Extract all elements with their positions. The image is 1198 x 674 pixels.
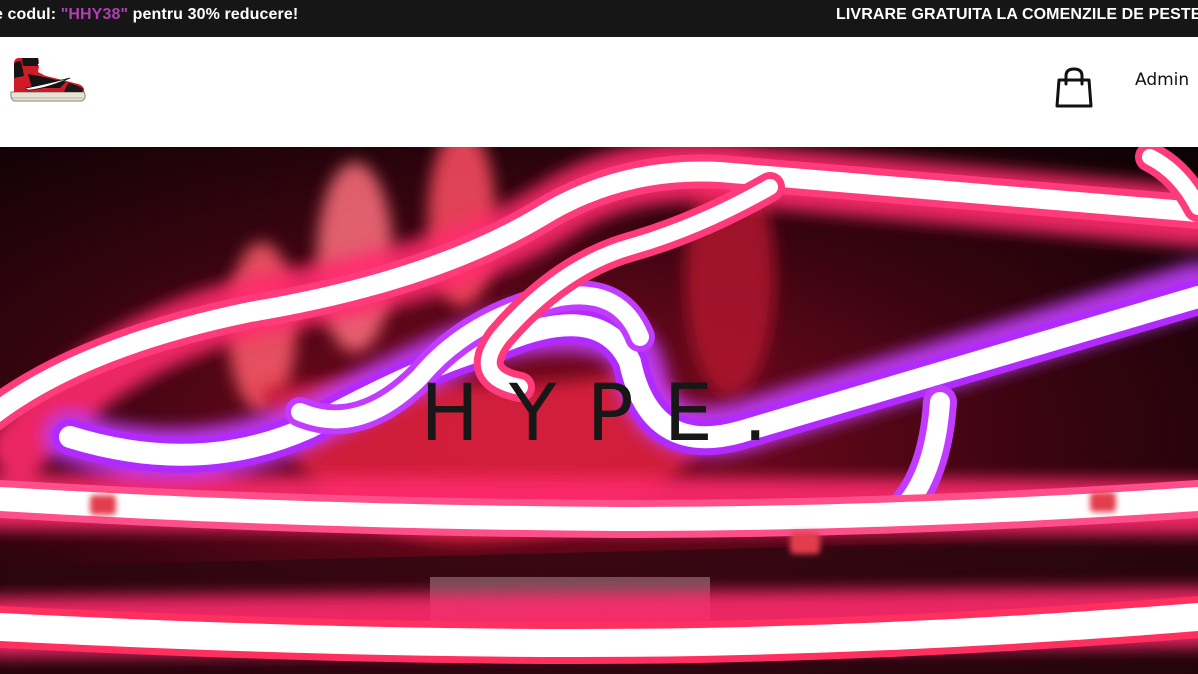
promo-suffix: pentru 30% reducere! — [128, 6, 299, 23]
cart-button[interactable] — [1054, 67, 1094, 109]
sneaker-logo-icon[interactable] — [8, 54, 88, 106]
site-header: Admin — [0, 37, 1198, 147]
promo-code: "HHY38" — [60, 6, 129, 23]
promo-prefix: e codul: — [0, 6, 61, 23]
promo-message: e codul: "HHY38" pentru 30% reducere! — [0, 0, 298, 37]
announcement-bar: e codul: "HHY38" pentru 30% reducere! LI… — [0, 0, 1198, 37]
shopping-bag-icon — [1055, 67, 1093, 108]
admin-link[interactable]: Admin — [1135, 70, 1189, 90]
shipping-message: LIVRARE GRATUITA LA COMENZILE DE PESTE · — [836, 0, 1198, 37]
hero-banner: HYPE. — [0, 147, 1198, 674]
shipping-text: LIVRARE GRATUITA LA COMENZILE DE PESTE — [836, 6, 1198, 23]
hero-title: HYPE. — [420, 369, 798, 459]
